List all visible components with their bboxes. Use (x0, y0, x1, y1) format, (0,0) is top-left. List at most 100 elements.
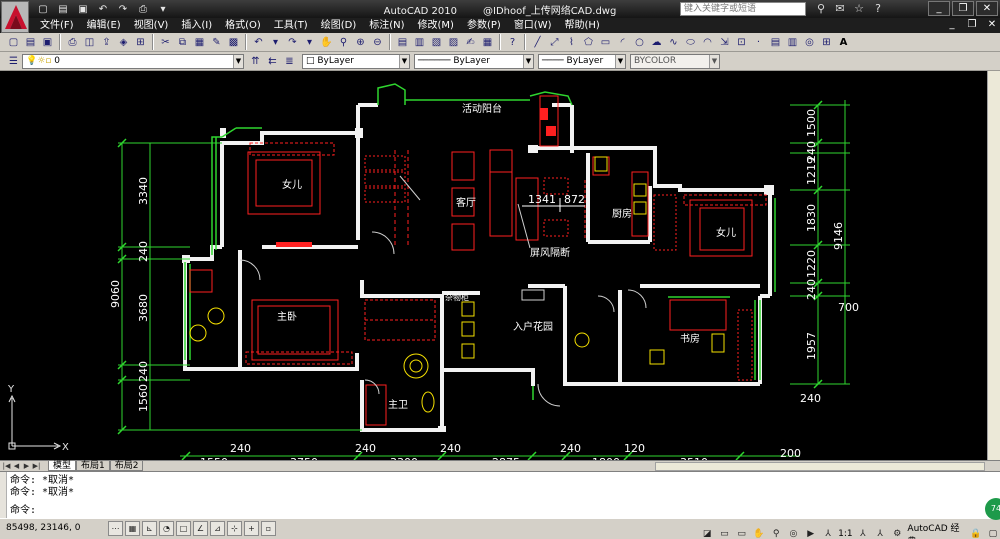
app-menu-button[interactable] (1, 1, 29, 33)
next-tab-icon[interactable]: ▶ (22, 461, 31, 471)
horizontal-scrollbar[interactable] (655, 462, 985, 471)
command-input[interactable]: 命令: (10, 505, 36, 517)
menu-dimension[interactable]: 标注(N) (369, 19, 417, 32)
menu-draw[interactable]: 绘图(D) (321, 19, 370, 32)
comm-center-icon[interactable]: ✉ (831, 1, 849, 17)
help-search-input[interactable]: 键入关键字或短语 (680, 2, 806, 16)
menu-parametric[interactable]: 参数(P) (467, 19, 514, 32)
minimize-button[interactable]: _ (928, 1, 950, 16)
close-button[interactable]: ✕ (976, 1, 998, 16)
menu-modify[interactable]: 修改(M) (418, 19, 467, 32)
menu-view[interactable]: 视图(V) (134, 19, 182, 32)
menu-insert[interactable]: 插入(I) (181, 19, 225, 32)
help-icon[interactable]: ? (869, 1, 887, 17)
etransmit-icon[interactable]: ⊞ (133, 34, 148, 50)
rectangle-icon[interactable]: ▭ (598, 34, 613, 50)
osnap-toggle-icon[interactable]: □ (176, 521, 191, 536)
paste-icon[interactable]: ▦ (192, 34, 207, 50)
quickcalc-icon[interactable]: ▦ (480, 34, 495, 50)
snap-toggle-icon[interactable]: ⋯ (108, 521, 123, 536)
command-window-grip[interactable] (0, 472, 7, 519)
menu-tools[interactable]: 工具(T) (274, 19, 321, 32)
make-block-icon[interactable]: ⊡ (734, 34, 749, 50)
insert-block-icon[interactable]: ⇲ (717, 34, 732, 50)
quick-view-drawings-icon[interactable]: ▭ (735, 527, 749, 539)
copy-icon[interactable]: ⧉ (175, 34, 190, 50)
3d-dwf-icon[interactable]: ◈ (116, 34, 131, 50)
help-tool-icon[interactable]: ? (505, 34, 520, 50)
workspace-switch[interactable]: AutoCAD 经典 (907, 521, 965, 539)
revcloud-icon[interactable]: ☁ (649, 34, 664, 50)
quick-view-layouts-icon[interactable]: ▭ (717, 527, 731, 539)
zoom-previous-icon[interactable]: ⊖ (370, 34, 385, 50)
lwt-toggle-icon[interactable]: + (244, 521, 259, 536)
first-tab-icon[interactable]: |◀ (2, 461, 11, 471)
qnew-icon[interactable]: ▢ (6, 34, 21, 50)
publish-icon[interactable]: ⇪ (99, 34, 114, 50)
color-combo[interactable]: □ ByLayer ▼ (302, 54, 410, 69)
annotation-scale[interactable]: 1:1 (838, 529, 852, 539)
polygon-icon[interactable]: ⬠ (581, 34, 596, 50)
open-file-icon[interactable]: ▤ (23, 34, 38, 50)
menu-window[interactable]: 窗口(W) (514, 19, 565, 32)
gradient-icon[interactable]: ▥ (785, 34, 800, 50)
pan-icon[interactable]: ✋ (319, 34, 334, 50)
line-icon[interactable]: ╱ (530, 34, 545, 50)
qp-toggle-icon[interactable]: ▫ (261, 521, 276, 536)
restore-button[interactable]: ❐ (952, 1, 974, 16)
cut-icon[interactable]: ✂ (158, 34, 173, 50)
undo-tool-icon[interactable]: ↶ (251, 34, 266, 50)
point-icon[interactable]: · (751, 34, 766, 50)
polar-toggle-icon[interactable]: ◔ (159, 521, 174, 536)
drawing-canvas[interactable]: 1341 872 活动阳台 女儿 客厅 屏风隔断 厨房 女儿 主卧 杂物柜 入户… (0, 71, 1000, 460)
circle-icon[interactable]: ○ (632, 34, 647, 50)
zoom-realtime-icon[interactable]: ⚲ (336, 34, 351, 50)
layer-manager-icon[interactable]: ☰ (6, 53, 21, 69)
table-icon[interactable]: ⊞ (819, 34, 834, 50)
lock-icon[interactable]: 🔒 (969, 527, 983, 539)
tab-model[interactable]: 模型 (48, 461, 77, 471)
ellipse-arc-icon[interactable]: ◠ (700, 34, 715, 50)
auto-scale-icon[interactable]: ⅄ (873, 527, 887, 539)
spline-icon[interactable]: ∿ (666, 34, 681, 50)
prev-tab-icon[interactable]: ◀ (12, 461, 21, 471)
menu-file[interactable]: 文件(F) (40, 19, 87, 32)
polyline-icon[interactable]: ⌇ (564, 34, 579, 50)
print-icon[interactable]: ⎙ (65, 34, 80, 50)
save-file-icon[interactable]: ▣ (40, 34, 55, 50)
layer-states-icon[interactable]: ≣ (282, 53, 297, 69)
menu-edit[interactable]: 编辑(E) (87, 19, 134, 32)
grid-toggle-icon[interactable]: ▦ (125, 521, 140, 536)
plotstyle-combo[interactable]: BYCOLOR ▼ (630, 54, 720, 69)
ortho-toggle-icon[interactable]: ⊾ (142, 521, 157, 536)
clean-screen-icon[interactable]: ▢ (986, 527, 1000, 539)
menu-format[interactable]: 格式(O) (225, 19, 274, 32)
redo-tool-icon[interactable]: ↷ (285, 34, 300, 50)
undo-dropdown-icon[interactable]: ▾ (268, 34, 283, 50)
sheet-set-icon[interactable]: ▨ (446, 34, 461, 50)
region-icon[interactable]: ◎ (802, 34, 817, 50)
doc-minimize-button[interactable]: _ (946, 19, 958, 30)
tab-layout1[interactable]: 布局1 (76, 461, 110, 471)
ellipse-icon[interactable]: ⬭ (683, 34, 698, 50)
search-icon[interactable]: ⚲ (812, 1, 830, 17)
plot-preview-icon[interactable]: ◫ (82, 34, 97, 50)
match-properties-icon[interactable]: ✎ (209, 34, 224, 50)
coordinates-readout[interactable]: 85498, 23146, 0 (6, 523, 80, 533)
layer-combo[interactable]: 💡☼▫ 0 ▼ (22, 54, 244, 69)
model-space-icon[interactable]: ◪ (700, 527, 714, 539)
layer-previous-icon[interactable]: ⇇ (265, 53, 280, 69)
annotation-visibility-icon[interactable]: ⅄ (856, 527, 870, 539)
block-editor-icon[interactable]: ▩ (226, 34, 241, 50)
properties-icon[interactable]: ▤ (395, 34, 410, 50)
hatch-icon[interactable]: ▤ (768, 34, 783, 50)
tab-layout2[interactable]: 布局2 (109, 461, 144, 471)
favorites-icon[interactable]: ☆ (850, 1, 868, 17)
menu-help[interactable]: 帮助(H) (565, 19, 613, 32)
redo-dropdown-icon[interactable]: ▾ (302, 34, 317, 50)
arc-icon[interactable]: ◜ (615, 34, 630, 50)
doc-close-button[interactable]: ✕ (986, 19, 998, 30)
design-center-icon[interactable]: ▥ (412, 34, 427, 50)
mtext-icon[interactable]: A (836, 34, 851, 50)
otrack-toggle-icon[interactable]: ∠ (193, 521, 208, 536)
